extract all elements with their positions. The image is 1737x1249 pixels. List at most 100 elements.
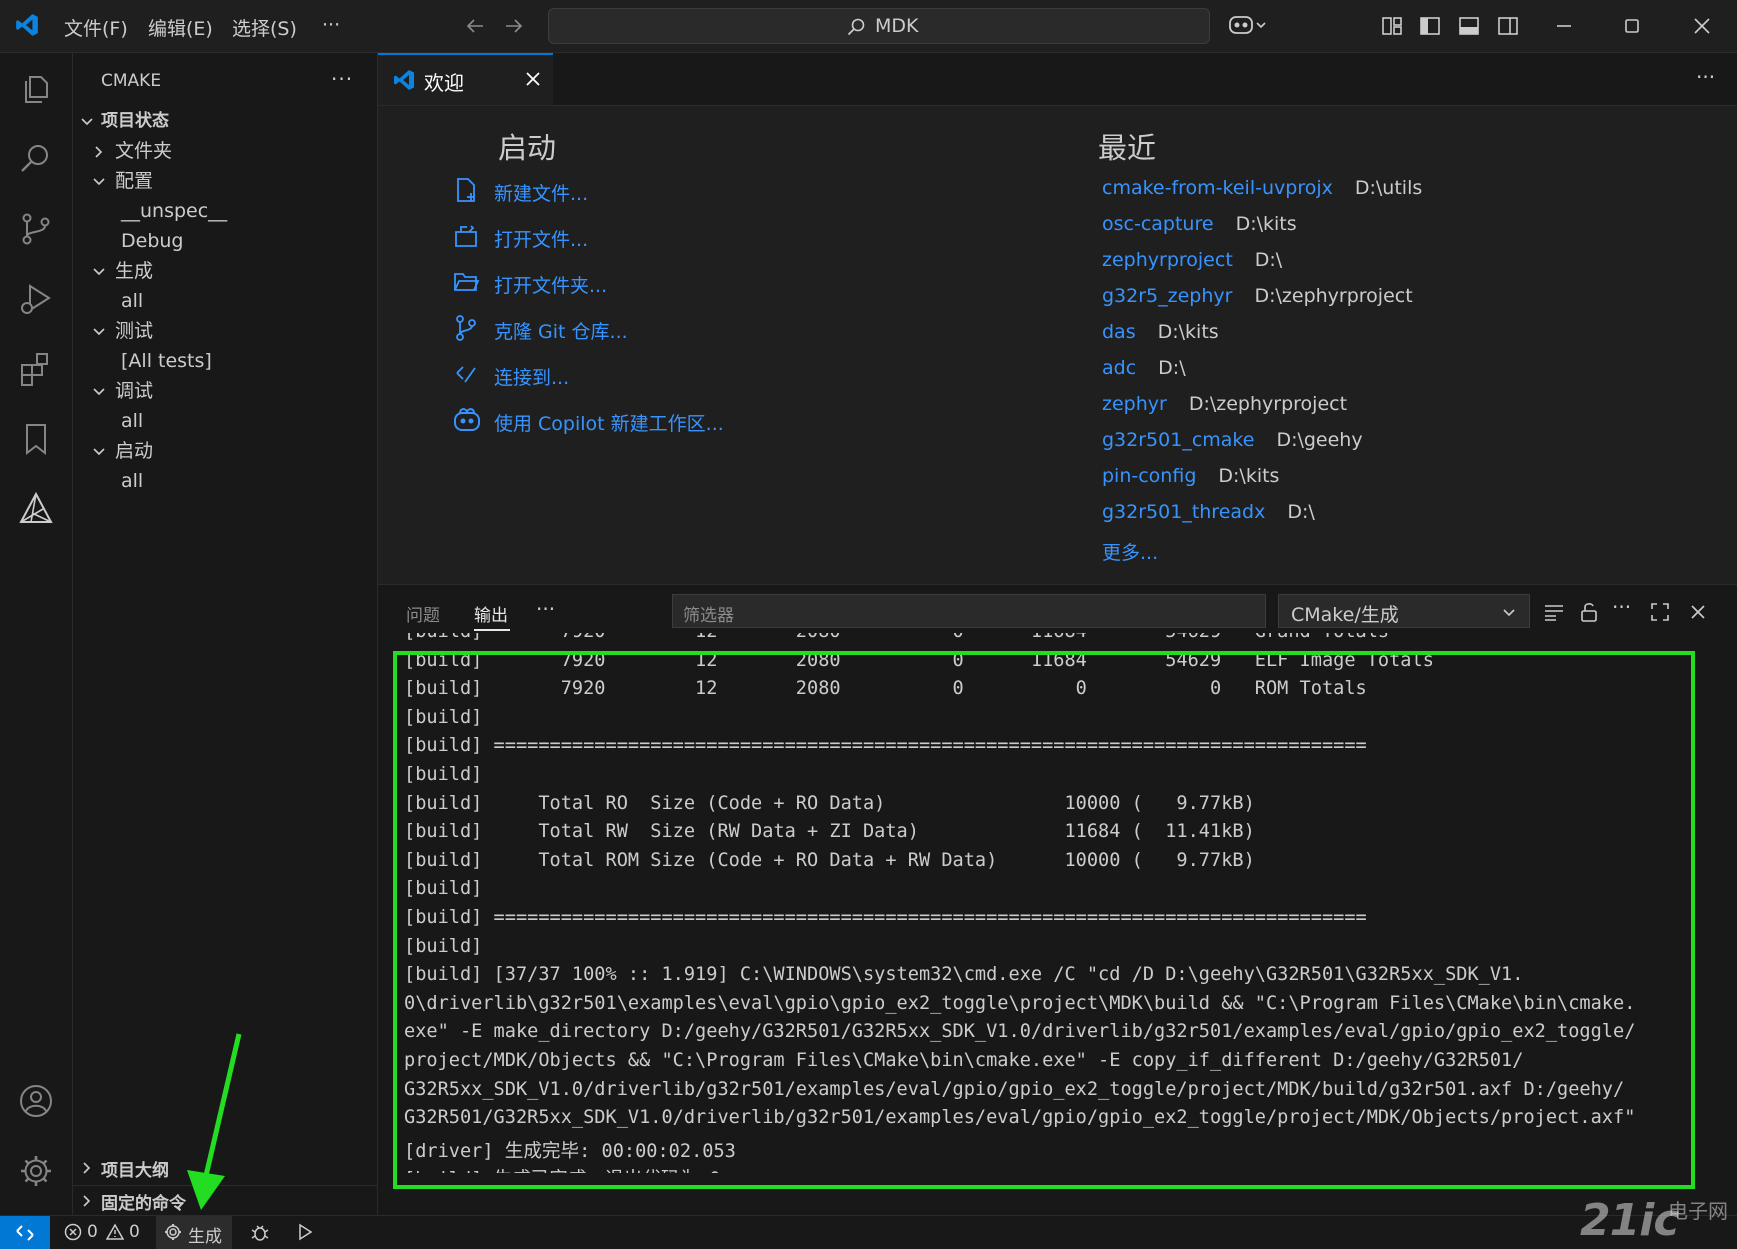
remote-indicator[interactable] bbox=[0, 1216, 50, 1249]
minimize-icon[interactable] bbox=[1552, 14, 1576, 38]
tree-item[interactable]: __unspec__ bbox=[73, 196, 373, 226]
toggle-panel-icon[interactable] bbox=[1457, 14, 1481, 38]
panel-tab-more[interactable]: ··· bbox=[536, 597, 555, 621]
tree-item[interactable]: all bbox=[73, 406, 373, 436]
warning-count[interactable]: 0 bbox=[129, 1222, 140, 1242]
output-line: [build] Total RW Size (RW Data + ZI Data… bbox=[404, 821, 1255, 842]
recent-more-link[interactable]: 更多... bbox=[1102, 538, 1158, 565]
tree-item[interactable]: [All tests] bbox=[73, 346, 373, 376]
editor-more-actions[interactable]: ··· bbox=[1696, 65, 1715, 89]
command-center[interactable]: MDK bbox=[548, 8, 1210, 44]
recent-item-name[interactable]: das bbox=[1102, 321, 1136, 343]
arrow-left-icon[interactable] bbox=[463, 14, 487, 38]
output-log[interactable]: [build] 7920 12 2080 0 11684 54629 Grand… bbox=[392, 633, 1702, 1173]
close-window-icon[interactable] bbox=[1690, 14, 1714, 38]
search-view-icon[interactable] bbox=[18, 141, 54, 177]
recent-item-name[interactable]: g32r5_zephyr bbox=[1102, 285, 1232, 307]
menu-edit[interactable]: 编辑(E) bbox=[148, 14, 213, 41]
close-tab-icon[interactable] bbox=[523, 69, 543, 89]
tab-welcome[interactable]: 欢迎 bbox=[378, 53, 553, 105]
recent-item[interactable]: pin-config D:\kits bbox=[1102, 465, 1279, 487]
recent-item-name[interactable]: osc-capture bbox=[1102, 213, 1214, 235]
word-wrap-icon[interactable] bbox=[1542, 600, 1566, 624]
tree-item[interactable]: Debug bbox=[73, 226, 373, 256]
maximize-icon[interactable] bbox=[1620, 14, 1644, 38]
output-filter-input[interactable]: 筛选器 bbox=[672, 594, 1266, 628]
recent-item[interactable]: osc-captureD:\kits bbox=[1102, 213, 1297, 235]
toggle-secondary-sidebar-icon[interactable] bbox=[1496, 14, 1520, 38]
start-link[interactable]: 打开文件夹... bbox=[452, 271, 772, 301]
chevron-down-icon bbox=[91, 324, 107, 340]
output-channel-select[interactable]: CMake/生成 bbox=[1278, 594, 1530, 628]
start-link[interactable]: 连接到... bbox=[452, 363, 772, 393]
warning-icon[interactable] bbox=[106, 1223, 124, 1241]
tree-item-label: __unspec__ bbox=[121, 196, 227, 226]
tree-item[interactable]: all bbox=[73, 286, 373, 316]
copilot-menu-icon[interactable] bbox=[1228, 13, 1270, 37]
tree-item-label: 调试 bbox=[115, 376, 153, 406]
run-debug-icon[interactable] bbox=[18, 281, 54, 317]
output-line: G32R501/G32R5xx_SDK_V1.0/driverlib/g32r5… bbox=[404, 1107, 1635, 1128]
pinned-commands-section[interactable]: 固定的命令 bbox=[73, 1185, 377, 1216]
recent-item[interactable]: g32r501_threadxD:\ bbox=[1102, 501, 1315, 523]
recent-item-name[interactable]: zephyrproject bbox=[1102, 249, 1233, 271]
panel-tab-problems[interactable]: 问题 bbox=[406, 601, 440, 626]
settings-gear-icon[interactable] bbox=[18, 1153, 54, 1189]
recent-item-name[interactable]: g32r501_threadx bbox=[1102, 501, 1265, 523]
recent-item-name[interactable]: pin-config bbox=[1102, 465, 1196, 487]
accounts-icon[interactable] bbox=[18, 1083, 54, 1119]
recent-item-path: D:\kits bbox=[1218, 465, 1279, 487]
start-link[interactable]: 新建文件... bbox=[452, 179, 772, 209]
extensions-icon[interactable] bbox=[18, 351, 54, 387]
explorer-icon[interactable] bbox=[18, 71, 54, 107]
bookmark-icon[interactable] bbox=[18, 421, 54, 457]
launch-play-icon[interactable] bbox=[296, 1223, 314, 1241]
debug-bug-icon[interactable] bbox=[250, 1223, 270, 1243]
start-link[interactable]: 使用 Copilot 新建工作区... bbox=[452, 409, 772, 439]
tree-item[interactable]: 生成 bbox=[73, 256, 373, 286]
recent-item[interactable]: adcD:\ bbox=[1102, 357, 1186, 379]
recent-item-name[interactable]: g32r501_cmake bbox=[1102, 429, 1254, 451]
tree-item[interactable]: 配置 bbox=[73, 166, 373, 196]
recent-item[interactable]: zephyrprojectD:\ bbox=[1102, 249, 1282, 271]
arrow-right-icon[interactable] bbox=[502, 14, 526, 38]
start-link[interactable]: 打开文件... bbox=[452, 225, 772, 255]
sidebar-more-actions[interactable]: ··· bbox=[331, 67, 353, 91]
tab-welcome-label: 欢迎 bbox=[424, 67, 464, 96]
start-link[interactable]: 克隆 Git 仓库... bbox=[452, 317, 772, 347]
tree-item-label: 文件夹 bbox=[115, 136, 172, 166]
tree-item[interactable]: 调试 bbox=[73, 376, 373, 406]
close-panel-icon[interactable] bbox=[1686, 600, 1710, 624]
toggle-primary-sidebar-icon[interactable] bbox=[1418, 14, 1442, 38]
remote-connect-icon bbox=[452, 360, 480, 388]
recent-item[interactable]: zephyrD:\zephyrproject bbox=[1102, 393, 1347, 415]
tree-item[interactable]: 启动 bbox=[73, 436, 373, 466]
panel-more-icon[interactable]: ··· bbox=[1612, 595, 1631, 619]
menu-more[interactable]: ··· bbox=[322, 14, 340, 36]
output-line: [build] Total ROM Size (Code + RO Data +… bbox=[404, 850, 1255, 871]
customize-layout-icon[interactable] bbox=[1380, 14, 1404, 38]
project-outline-section[interactable]: 项目大纲 bbox=[73, 1153, 377, 1183]
recent-item-name[interactable]: adc bbox=[1102, 357, 1136, 379]
start-link-label: 使用 Copilot 新建工作区... bbox=[494, 409, 724, 436]
error-count[interactable]: 0 bbox=[87, 1222, 98, 1242]
tree-item[interactable]: all bbox=[73, 466, 373, 496]
recent-item[interactable]: cmake-from-keil-uvprojxD:\utils bbox=[1102, 177, 1422, 199]
lock-scroll-icon[interactable] bbox=[1577, 600, 1601, 624]
menu-selection[interactable]: 选择(S) bbox=[232, 14, 297, 41]
recent-item[interactable]: g32r5_zephyrD:\zephyrproject bbox=[1102, 285, 1413, 307]
cmake-icon[interactable] bbox=[18, 491, 54, 527]
recent-item[interactable]: dasD:\kits bbox=[1102, 321, 1219, 343]
recent-heading: 最近 bbox=[1098, 125, 1156, 167]
menu-file[interactable]: 文件(F) bbox=[64, 14, 128, 41]
panel-tab-output[interactable]: 输出 bbox=[474, 601, 508, 626]
recent-item[interactable]: g32r501_cmakeD:\geehy bbox=[1102, 429, 1363, 451]
source-control-icon[interactable] bbox=[18, 211, 54, 247]
error-icon[interactable] bbox=[64, 1223, 82, 1241]
maximize-panel-icon[interactable] bbox=[1648, 600, 1672, 624]
project-status-section[interactable]: 项目状态 bbox=[79, 106, 369, 136]
tree-item[interactable]: 文件夹 bbox=[73, 136, 373, 166]
tree-item[interactable]: 测试 bbox=[73, 316, 373, 346]
recent-item-name[interactable]: zephyr bbox=[1102, 393, 1167, 415]
recent-item-name[interactable]: cmake-from-keil-uvprojx bbox=[1102, 177, 1333, 199]
